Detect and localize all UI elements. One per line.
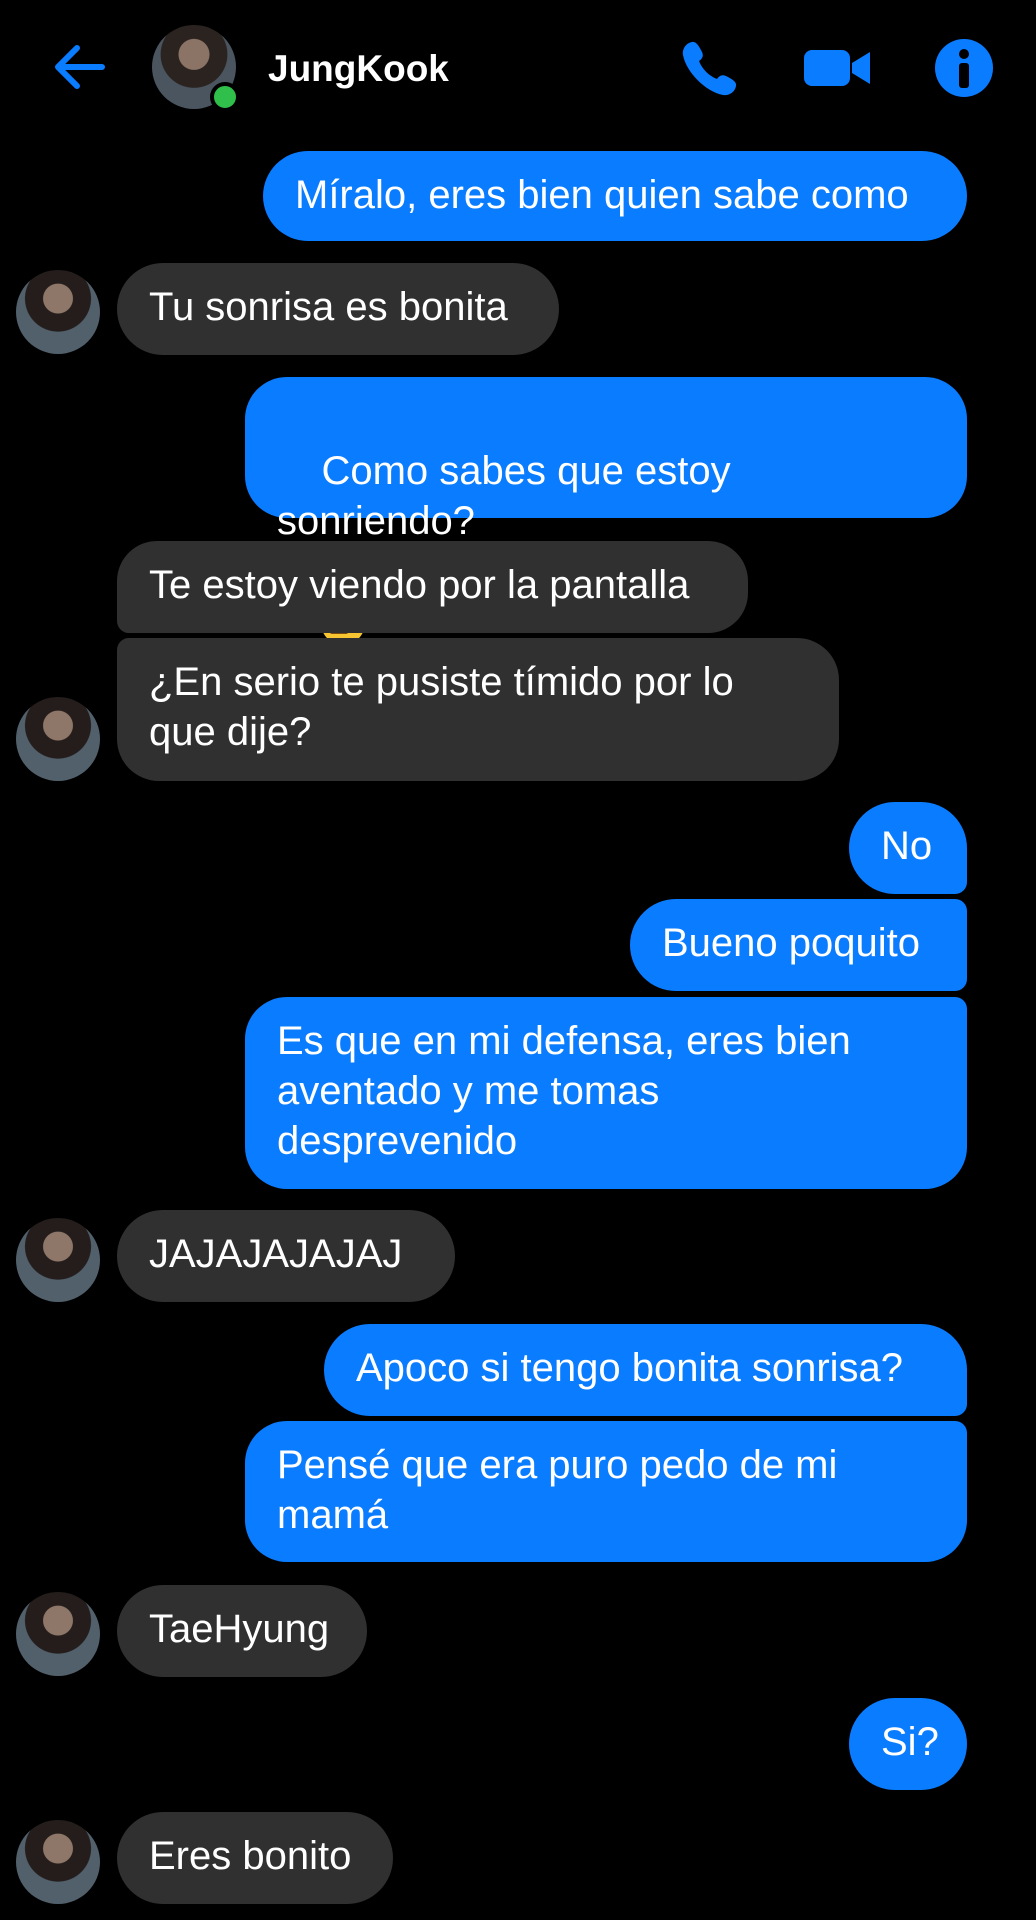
video-camera-icon[interactable] — [802, 36, 874, 100]
contact-avatar-small[interactable] — [16, 1820, 100, 1904]
contact-avatar-small[interactable] — [16, 270, 100, 354]
outgoing-message[interactable]: Pensé que era puro pedo de mi mamá — [245, 1421, 967, 1562]
incoming-message[interactable]: Eres bonito — [117, 1812, 393, 1904]
incoming-message[interactable]: Tu sonrisa es bonita — [117, 263, 559, 355]
contact-avatar-small[interactable] — [16, 697, 100, 781]
message-text: Como sabes que estoy sonriendo? — [277, 449, 742, 543]
outgoing-message[interactable]: Míralo, eres bien quien sabe como — [263, 151, 967, 241]
contact-avatar-small[interactable] — [16, 1592, 100, 1676]
incoming-message[interactable]: ¿En serio te pusiste tímido por lo que d… — [117, 638, 839, 781]
contact-avatar-small[interactable] — [16, 1218, 100, 1302]
incoming-message[interactable]: TaeHyung — [117, 1585, 367, 1677]
online-status-indicator — [210, 82, 240, 112]
outgoing-message[interactable]: Si? — [849, 1698, 967, 1790]
back-arrow-icon[interactable] — [50, 38, 108, 96]
outgoing-message[interactable]: Como sabes que estoy sonriendo? — [245, 377, 967, 646]
outgoing-message[interactable]: Apoco si tengo bonita sonrisa? — [324, 1324, 967, 1416]
incoming-message[interactable]: Te estoy viendo por la pantalla — [117, 541, 748, 633]
phone-icon[interactable] — [678, 36, 742, 100]
outgoing-message[interactable]: Es que en mi defensa, eres bien aventado… — [245, 997, 967, 1189]
outgoing-message[interactable]: No — [849, 802, 967, 894]
contact-name[interactable]: JungKook — [268, 48, 449, 90]
chat-header: JungKook — [0, 0, 1036, 140]
incoming-message[interactable]: JAJAJAJAJAJ — [117, 1210, 455, 1302]
outgoing-message[interactable]: Bueno poquito — [630, 899, 967, 991]
info-icon[interactable] — [932, 36, 996, 100]
